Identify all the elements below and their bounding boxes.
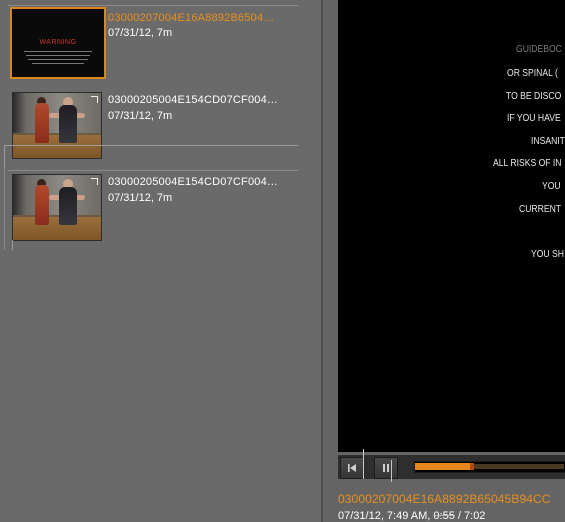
playhead-guide bbox=[363, 449, 364, 479]
clip-separator bbox=[8, 170, 298, 171]
drop-indicator-line bbox=[4, 145, 298, 146]
clip-name: 03000205004E154CD07CF004… bbox=[108, 176, 279, 188]
clip-browser-panel: WARNING 03000207004E16A8892B6504… 07/31/… bbox=[0, 0, 321, 522]
clip-thumbnail[interactable] bbox=[12, 174, 102, 241]
workout-thumbnail-image bbox=[13, 93, 101, 158]
clip-title: 03000207004E16A8892B65045B94CC bbox=[338, 492, 551, 506]
workout-thumbnail-image bbox=[13, 175, 101, 240]
clip-item[interactable]: WARNING 03000207004E16A8892B6504… 07/31/… bbox=[4, 5, 298, 85]
clip-item[interactable]: 03000205004E154CD07CF004… 07/31/12, 7m bbox=[4, 88, 298, 168]
clip-separator bbox=[8, 5, 298, 6]
playback-scrubber[interactable] bbox=[414, 461, 565, 473]
warning-thumbnail-image: WARNING bbox=[12, 9, 104, 77]
clip-meta: 07/31/12, 7m bbox=[108, 192, 173, 204]
playback-controls bbox=[338, 455, 565, 479]
clip-thumbnail[interactable]: WARNING bbox=[10, 7, 106, 79]
video-viewer[interactable]: GUIDEBOC OR SPINAL ( TO BE DISCO IF YOU … bbox=[338, 0, 565, 452]
video-subtitle-line: INSANIT bbox=[531, 136, 565, 147]
scrubber-remaining bbox=[474, 464, 564, 469]
skip-back-button[interactable] bbox=[340, 457, 364, 479]
clip-name: 03000205004E154CD07CF004… bbox=[108, 94, 279, 106]
clip-separator bbox=[4, 170, 5, 250]
clip-meta: 07/31/12, 7m bbox=[108, 27, 173, 39]
drop-indicator-line bbox=[12, 240, 13, 250]
clip-info: 07/31/12, 7:49 AM, 0:55 / 7:02 bbox=[338, 510, 486, 522]
video-subtitle-line: OR SPINAL ( bbox=[507, 68, 558, 79]
video-subtitle-line: TO BE DISCO bbox=[506, 91, 562, 102]
warning-thumb-title: WARNING bbox=[39, 39, 77, 46]
clip-meta: 07/31/12, 7m bbox=[108, 110, 173, 122]
pause-button[interactable] bbox=[374, 457, 398, 479]
clip-name: 03000207004E16A8892B6504… bbox=[108, 12, 275, 24]
video-subtitle-line: ALL RISKS OF IN bbox=[493, 158, 562, 169]
drop-indicator-line bbox=[4, 145, 5, 169]
video-subtitle-line: YOU SH bbox=[531, 249, 564, 260]
video-subtitle-line: YOU bbox=[542, 181, 561, 192]
video-subtitle-line: GUIDEBOC bbox=[516, 44, 562, 55]
clip-item[interactable]: 03000205004E154CD07CF004… 07/31/12, 7m bbox=[4, 170, 298, 250]
clip-duration: 7:02 bbox=[464, 510, 486, 522]
scrubber-progress bbox=[415, 463, 470, 470]
clip-thumbnail[interactable] bbox=[12, 92, 102, 159]
video-subtitle-line: IF YOU HAVE bbox=[507, 113, 561, 124]
playback-position: 0:55 bbox=[433, 510, 455, 522]
playhead-guide bbox=[391, 460, 392, 482]
clip-date-time: 07/31/12, 7:49 AM bbox=[338, 510, 428, 522]
video-subtitle-line: CURRENT bbox=[519, 204, 562, 215]
skip-back-icon bbox=[348, 464, 356, 472]
